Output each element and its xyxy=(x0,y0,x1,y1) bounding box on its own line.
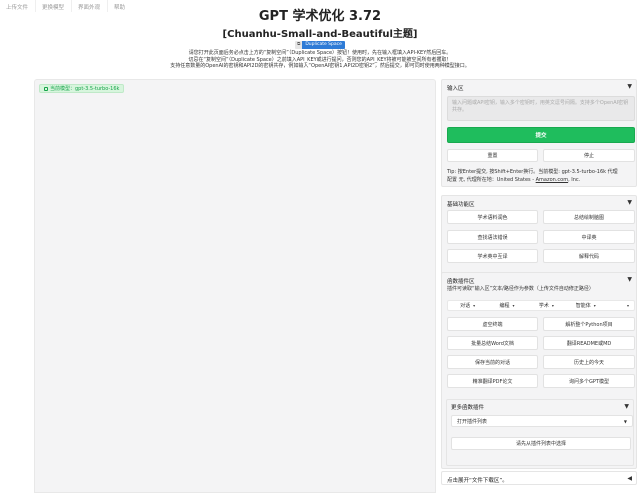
tip-text: 配置 无, 代理所在地：United States - xyxy=(447,177,536,183)
download-panel[interactable]: 点击展开“文件下载区”。 ◀ xyxy=(441,471,637,485)
page-subtitle: [Chuanhu-Small-and-Beautiful主题] xyxy=(222,29,418,40)
collapse-caret-icon[interactable]: ▼ xyxy=(627,199,632,206)
current-model-tag: 当前模型：gpt-3.5-turbo-16k xyxy=(39,84,125,93)
duplicate-icon: ⧉ xyxy=(295,41,303,49)
stop-button[interactable]: 停止 xyxy=(543,149,635,162)
filter-label: 学术 xyxy=(538,303,549,309)
filter-label: 智能体 xyxy=(575,303,591,309)
prompt-input[interactable]: 输入问题或API密钥，输入多个密钥时，用英文逗号间隔。支持多个OpenAI密钥共… xyxy=(447,96,635,121)
chevron-down-icon: ▼ xyxy=(623,418,627,424)
basic-function-button[interactable]: 学术语料润色 xyxy=(447,210,538,224)
chevron-down-icon: ▾ xyxy=(512,303,515,308)
plugin-button[interactable]: 批量总结Word文档 xyxy=(447,336,538,350)
chevron-down-icon: ▾ xyxy=(593,303,596,308)
tip-text: , Inc. xyxy=(568,177,581,183)
plugin-button[interactable]: 虚空终端 xyxy=(447,317,538,331)
description-line: 支持任意数量的OpenAI的密钥和API2D的密钥共存，例如输入“OpenAI密… xyxy=(170,63,470,70)
duplicate-space-row: ⧉ Duplicate Space xyxy=(0,41,640,49)
plugin-button[interactable]: 解析整个Python项目 xyxy=(543,317,635,331)
filter-dropdown[interactable]: ▾ xyxy=(605,303,634,308)
plugin-button[interactable]: 保存当前的对话 xyxy=(447,355,538,369)
plugin-category-filters: 对话 ▾ 编程 ▾ 学术 ▾ 智能体 ▾ ▾ xyxy=(447,300,635,311)
plugin-panel: 函数插件区 ▼ 插件可读取“输入区”文本/路径作为参数（上传文件自动修正路径） … xyxy=(441,272,637,469)
duplicate-space-label: Duplicate Space xyxy=(302,41,345,49)
more-plugins-panel: 更多函数插件 ▼ 打开插件列表 ▼ 请先从插件列表中选择 xyxy=(446,399,634,466)
current-model-label: 当前模型：gpt-3.5-turbo-16k xyxy=(50,86,120,92)
chevron-down-icon: ▾ xyxy=(551,303,554,308)
basic-panel-title: 基础功能区 xyxy=(447,202,475,208)
proxy-location-link[interactable]: Amazon.com xyxy=(536,177,568,183)
filter-label: 编程 xyxy=(499,303,510,309)
filter-dropdown[interactable]: 编程 ▾ xyxy=(487,302,526,309)
submit-button[interactable]: 提交 xyxy=(447,127,635,143)
plugin-list-select[interactable]: 打开插件列表 ▼ xyxy=(451,415,633,427)
model-tip: Tip: 按Enter提交, 按Shift+Enter换行。当前模型: gpt-… xyxy=(447,168,637,184)
plugin-button[interactable]: 历史上的今天 xyxy=(543,355,635,369)
filter-dropdown[interactable]: 学术 ▾ xyxy=(527,302,566,309)
description-line: 请您打开此页面后务必点击上方的“复制空间”（Duplicate Space）按钮… xyxy=(188,50,452,56)
page-title: GPT 学术优化 3.72 xyxy=(258,9,382,24)
plugin-button[interactable]: 翻译README或MD xyxy=(543,336,635,350)
basic-function-button[interactable]: 总结绘制脑图 xyxy=(543,210,635,224)
collapse-caret-icon[interactable]: ▼ xyxy=(624,403,629,410)
basic-function-button[interactable]: 查找语法错误 xyxy=(447,230,538,244)
plugin-button[interactable]: 询问多个GPT模型 xyxy=(543,374,635,388)
input-panel: 输入区 ▼ 输入问题或API密钥，输入多个密钥时，用英文逗号间隔。支持多个Ope… xyxy=(441,79,637,187)
duplicate-space-badge[interactable]: ⧉ Duplicate Space xyxy=(295,41,345,49)
input-panel-title: 输入区 xyxy=(447,86,464,92)
tip-line: 配置 无, 代理所在地：United States - Amazon.com, … xyxy=(447,176,637,184)
expand-caret-icon[interactable]: ◀ xyxy=(627,475,632,482)
collapse-caret-icon[interactable]: ▼ xyxy=(627,276,632,283)
plugin-button[interactable]: 精准翻译PDF论文 xyxy=(447,374,538,388)
basic-function-button[interactable]: 中译英 xyxy=(543,230,635,244)
filter-dropdown[interactable]: 智能体 ▾ xyxy=(566,302,605,309)
choose-plugin-button[interactable]: 请先从插件列表中选择 xyxy=(451,437,631,450)
chevron-down-icon: ▾ xyxy=(473,303,476,308)
select-value: 打开插件列表 xyxy=(457,418,488,425)
filter-label: 对话 xyxy=(460,303,471,309)
reset-button[interactable]: 重置 xyxy=(447,149,538,162)
model-icon xyxy=(44,86,48,91)
page-description: 请您打开此页面后务必点击上方的“复制空间”（Duplicate Space）按钮… xyxy=(160,50,480,70)
basic-function-button[interactable]: 解释代码 xyxy=(543,249,635,263)
filter-dropdown[interactable]: 对话 ▾ xyxy=(448,302,487,309)
download-panel-title: 点击展开“文件下载区”。 xyxy=(447,478,508,484)
collapse-caret-icon[interactable]: ▼ xyxy=(627,83,632,90)
chevron-down-icon: ▾ xyxy=(626,303,629,308)
more-plugins-title: 更多函数插件 xyxy=(451,405,485,411)
tip-line: Tip: 按Enter提交, 按Shift+Enter换行。当前模型: gpt-… xyxy=(447,169,618,175)
plugin-panel-title: 函数插件区 xyxy=(447,279,475,285)
plugin-description: 插件可读取“输入区”文本/路径作为参数（上传文件自动修正路径） xyxy=(447,286,594,292)
basic-function-button[interactable]: 学术英中互译 xyxy=(447,249,538,263)
right-sidebar: 输入区 ▼ 输入问题或API密钥，输入多个密钥时，用英文逗号间隔。支持多个Ope… xyxy=(441,79,640,493)
chat-area: 当前模型：gpt-3.5-turbo-16k xyxy=(34,79,436,493)
